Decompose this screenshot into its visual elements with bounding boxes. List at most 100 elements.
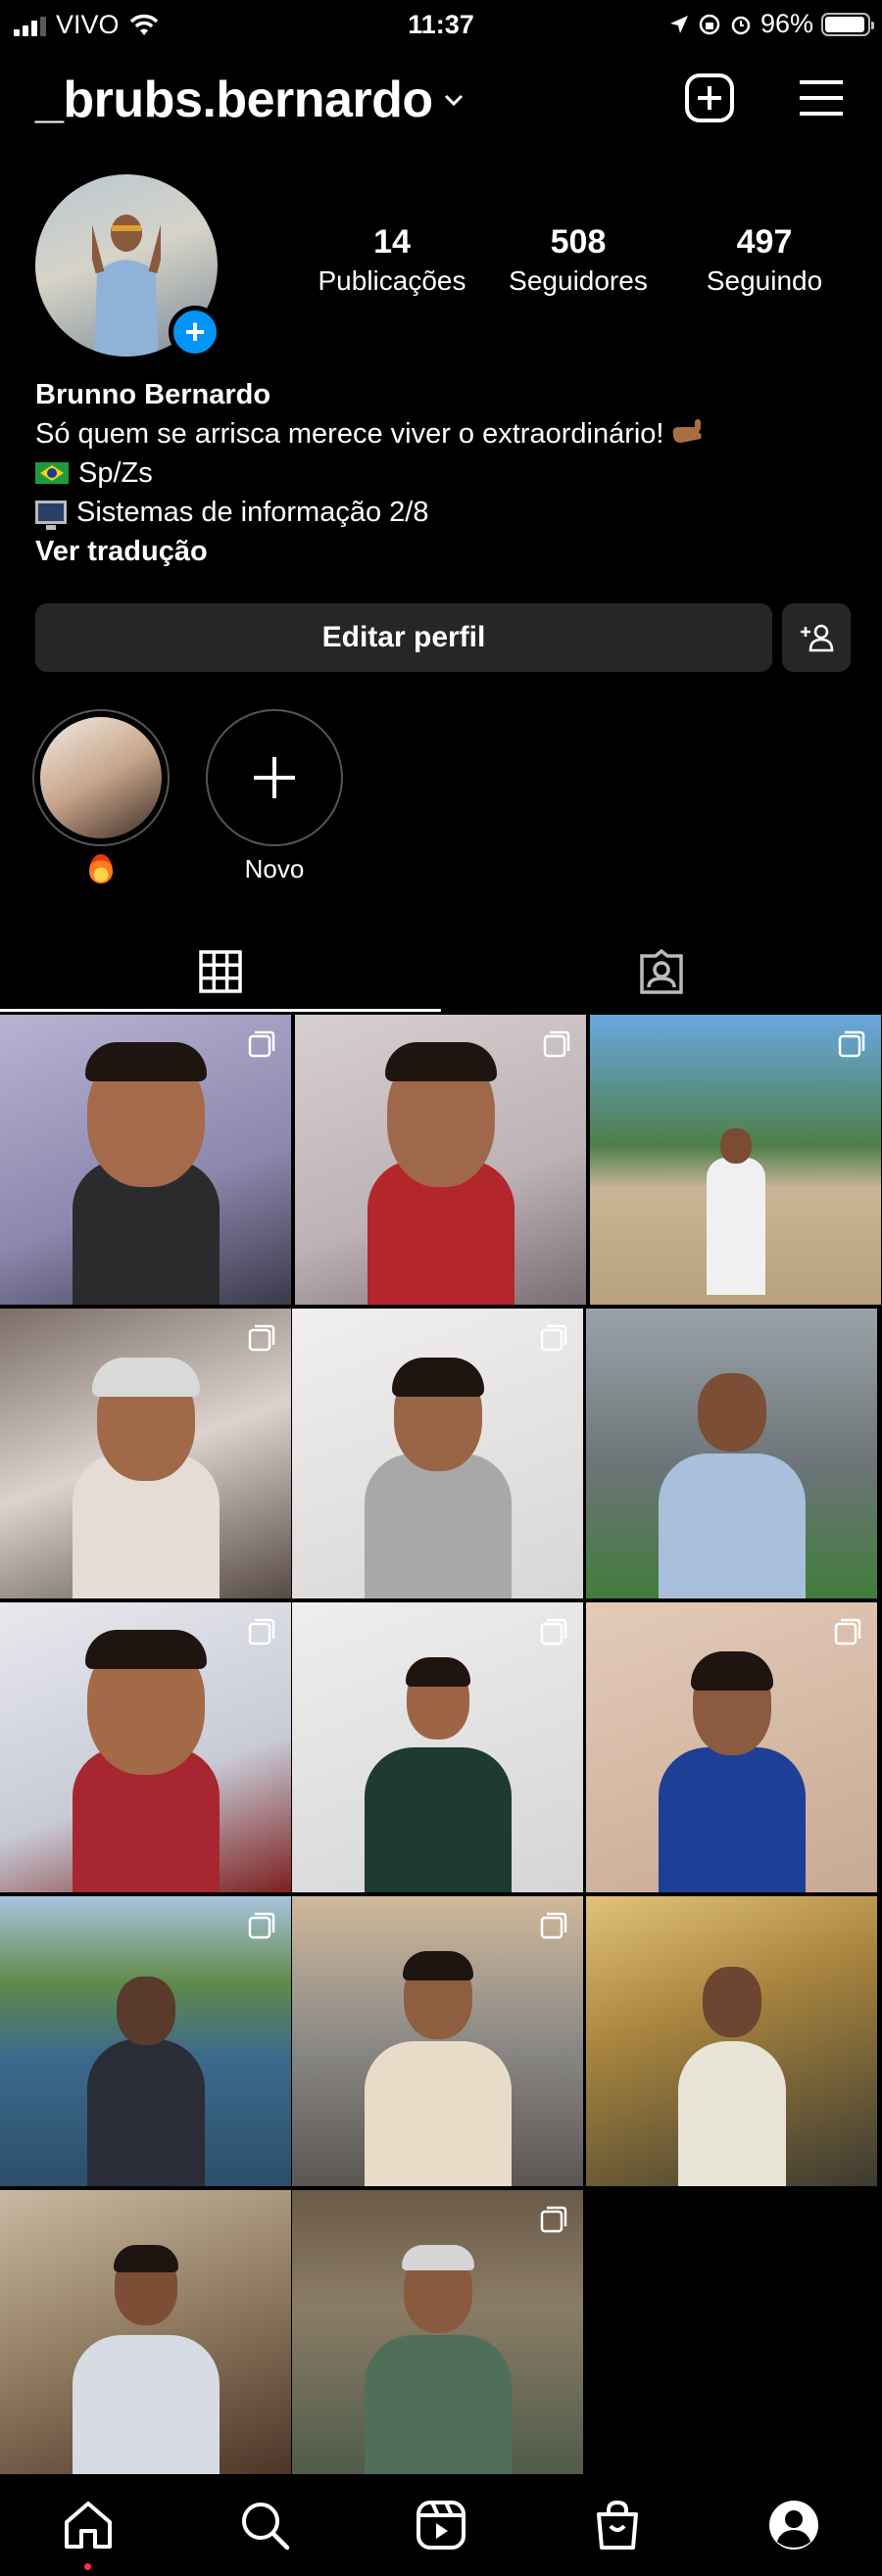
post-photo bbox=[706, 1128, 765, 1295]
bio-line-2: Sp/Zs bbox=[35, 453, 858, 493]
computer-icon bbox=[35, 501, 67, 530]
new-post-icon bbox=[685, 73, 734, 122]
bottom-navigation bbox=[0, 2474, 882, 2576]
highlight-label bbox=[32, 854, 170, 890]
profile-bio: Brunno Bernardo Só quem se arrisca merec… bbox=[35, 375, 858, 571]
stat-following[interactable]: 497 Seguindo bbox=[686, 223, 843, 297]
post-photo bbox=[72, 1358, 220, 1598]
stat-followers[interactable]: 508 Seguidores bbox=[500, 223, 657, 297]
status-bar: VIVO 11:37 96% bbox=[0, 0, 882, 51]
notification-dot bbox=[84, 2563, 91, 2570]
nav-reels[interactable] bbox=[402, 2486, 480, 2564]
lock-rotation-icon bbox=[699, 14, 720, 34]
tab-tagged[interactable] bbox=[441, 930, 882, 1013]
post-thumbnail[interactable] bbox=[0, 2190, 291, 2480]
stat-value: 508 bbox=[550, 223, 607, 261]
post-thumbnail[interactable] bbox=[586, 1896, 877, 2186]
post-photo bbox=[364, 1657, 512, 1892]
home-icon bbox=[65, 2502, 112, 2549]
tab-posts-grid[interactable] bbox=[0, 930, 441, 1013]
menu-button[interactable] bbox=[794, 71, 849, 125]
multiple-posts-icon bbox=[540, 2206, 567, 2233]
post-photo bbox=[364, 1358, 512, 1598]
multiple-posts-icon bbox=[248, 1618, 275, 1646]
multiple-posts-icon bbox=[834, 1618, 861, 1646]
bio-line-1: Só quem se arrisca merece viver o extrao… bbox=[35, 414, 858, 453]
multiple-posts-icon bbox=[543, 1030, 570, 1058]
nav-search[interactable] bbox=[225, 2486, 304, 2564]
post-photo bbox=[367, 1042, 514, 1305]
post-thumbnail[interactable] bbox=[586, 1309, 877, 1598]
nav-home[interactable] bbox=[49, 2486, 127, 2570]
profile-avatar[interactable]: + bbox=[35, 174, 221, 360]
multiple-posts-icon bbox=[248, 1324, 275, 1352]
display-name: Brunno Bernardo bbox=[35, 379, 271, 410]
bio-text: Sistemas de informação 2/8 bbox=[76, 497, 429, 528]
avatar-photo bbox=[92, 215, 161, 357]
chevron-down-icon bbox=[444, 94, 463, 107]
battery-percent: 96% bbox=[760, 9, 813, 38]
edit-profile-button[interactable]: Editar perfil bbox=[35, 603, 772, 672]
search-icon bbox=[242, 2503, 290, 2551]
see-translation-link[interactable]: Ver tradução bbox=[35, 532, 858, 571]
new-post-button[interactable] bbox=[682, 71, 737, 125]
post-thumbnail[interactable] bbox=[0, 1015, 291, 1305]
post-thumbnail[interactable] bbox=[292, 1602, 583, 1892]
post-photo bbox=[658, 1651, 806, 1892]
plus-icon bbox=[254, 757, 295, 798]
post-photo bbox=[364, 2245, 512, 2480]
post-thumbnail[interactable] bbox=[292, 1896, 583, 2186]
grid-icon bbox=[199, 950, 242, 993]
post-thumbnail[interactable] bbox=[292, 1309, 583, 1598]
post-thumbnail[interactable] bbox=[292, 2190, 583, 2480]
post-photo bbox=[72, 1042, 220, 1305]
bio-text: Sp/Zs bbox=[78, 457, 153, 489]
profile-header: _brubs.bernardo bbox=[35, 63, 849, 141]
stat-label: Seguindo bbox=[706, 265, 823, 296]
battery-icon bbox=[821, 12, 874, 36]
post-photo bbox=[677, 1951, 786, 2186]
post-photo bbox=[364, 1951, 512, 2186]
brazil-flag-icon bbox=[35, 462, 69, 484]
active-tab-indicator bbox=[0, 1009, 441, 1012]
highlight-label: Novo bbox=[244, 854, 305, 883]
post-thumbnail[interactable] bbox=[0, 1309, 291, 1598]
shop-icon bbox=[597, 2500, 638, 2550]
status-right: 96% bbox=[668, 9, 874, 39]
multiple-posts-icon bbox=[248, 1912, 275, 1939]
multiple-posts-icon bbox=[540, 1324, 567, 1352]
multiple-posts-icon bbox=[540, 1618, 567, 1646]
post-thumbnail[interactable] bbox=[0, 1602, 291, 1892]
post-thumbnail[interactable] bbox=[295, 1015, 586, 1305]
profile-stats: 14 Publicações 508 Seguidores 497 Seguin… bbox=[314, 223, 843, 297]
location-arrow-icon bbox=[669, 15, 688, 33]
tagged-icon bbox=[640, 948, 683, 994]
highlight-ring bbox=[32, 709, 170, 846]
post-photo bbox=[72, 2245, 220, 2480]
menu-icon bbox=[800, 80, 843, 116]
story-highlight[interactable] bbox=[32, 709, 170, 890]
stat-value: 14 bbox=[373, 223, 411, 261]
post-thumbnail[interactable] bbox=[586, 1602, 877, 1892]
post-photo bbox=[72, 1630, 220, 1892]
discover-people-button[interactable] bbox=[782, 603, 851, 672]
bio-text: Só quem se arrisca merece viver o extrao… bbox=[35, 418, 664, 450]
stat-posts[interactable]: 14 Publicações bbox=[314, 223, 470, 297]
username-switcher[interactable]: _brubs.bernardo bbox=[35, 71, 465, 129]
multiple-posts-icon bbox=[540, 1912, 567, 1939]
post-thumbnail[interactable] bbox=[590, 1015, 881, 1305]
call-me-hand-icon bbox=[673, 419, 703, 443]
username: _brubs.bernardo bbox=[35, 72, 433, 128]
profile-icon bbox=[769, 2501, 818, 2550]
alarm-icon bbox=[731, 16, 751, 34]
nav-shop[interactable] bbox=[578, 2486, 657, 2564]
post-thumbnail[interactable] bbox=[0, 1896, 291, 2186]
post-photo bbox=[86, 1971, 205, 2186]
stat-label: Publicações bbox=[318, 265, 466, 296]
stat-label: Seguidores bbox=[509, 265, 648, 296]
nav-profile[interactable] bbox=[755, 2486, 833, 2564]
post-photo bbox=[658, 1363, 806, 1598]
new-highlight-button[interactable]: Novo bbox=[206, 709, 343, 884]
add-story-button[interactable]: + bbox=[169, 306, 221, 358]
multiple-posts-icon bbox=[838, 1030, 865, 1058]
